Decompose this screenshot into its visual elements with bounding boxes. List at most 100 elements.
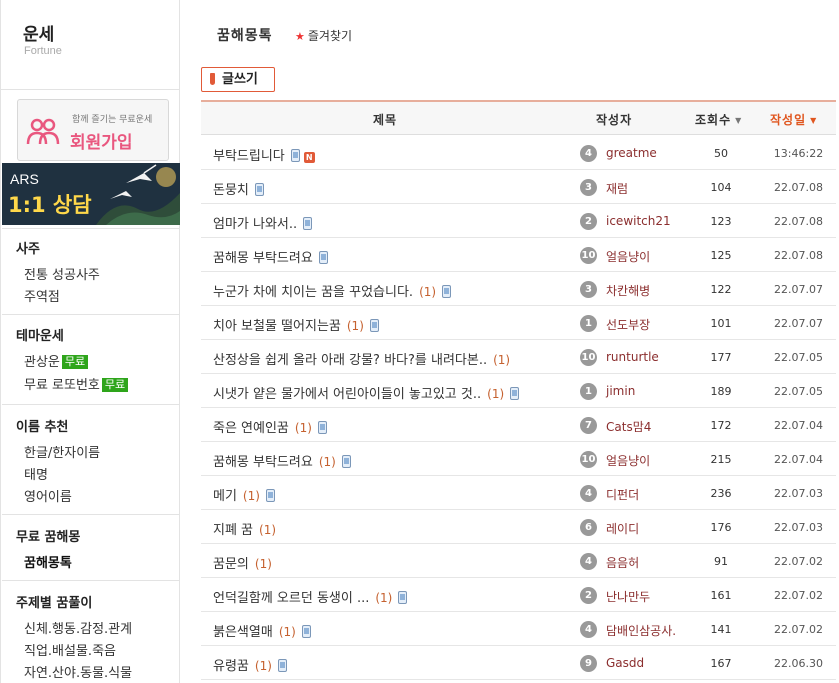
author-name[interactable]: 재럼 [606, 180, 628, 197]
author-name[interactable]: 레이디 [606, 520, 639, 537]
post-date: 22.07.08 [774, 249, 823, 262]
menu-group-names: 이름 추천 [16, 416, 68, 435]
menu-head-dream: 무료 꿈해몽 [16, 530, 81, 545]
post-title-link[interactable]: 돈뭉치 [213, 179, 264, 198]
menu-item-face-reading[interactable]: 관상운 무료 [24, 351, 89, 370]
menu-item-taemyeong[interactable]: 태명 [24, 464, 48, 483]
table-row[interactable]: 죽은 연예인꿈 (1) 7 Cats맘4 172 22.07.04 [201, 408, 836, 442]
view-count: 104 [710, 181, 732, 194]
favorite-link[interactable]: ★ 즐겨찾기 [295, 27, 352, 44]
view-count: 172 [710, 419, 732, 432]
post-title-link[interactable]: 산정상을 쉽게 올라 아래 강물? 바다?를 내려다본.. (1) [213, 349, 510, 368]
table-row[interactable]: 언덕길함께 오르던 동생이 ... (1) 2 난나만두 161 22.07.02 [201, 578, 836, 612]
post-title-link[interactable]: 언덕길함께 오르던 동생이 ... (1) [213, 587, 408, 606]
author-name[interactable]: 얼음냥이 [606, 248, 650, 265]
post-title: 산정상을 쉽게 올라 아래 강물? 바다?를 내려다본.. [213, 353, 488, 368]
table-row[interactable]: 시냇가 얕은 물가에서 어린아이들이 놓고있고 것.. (1) 1 jimin 189 2… [201, 374, 836, 408]
post-date: 22.07.08 [774, 181, 823, 194]
mobile-phone-icon [303, 217, 313, 230]
menu-item-traditional-saju[interactable]: 전통 성공사주 [24, 264, 100, 283]
table-row[interactable]: 부탁드립니다 N 4 greatme 50 13:46:22 [201, 136, 836, 170]
author-name[interactable]: 음음허 [606, 554, 639, 571]
menu-item-job-death[interactable]: 직업.배설물.죽음 [24, 640, 116, 659]
comment-count: (1) [254, 557, 272, 571]
post-title-link[interactable]: 누군가 차에 치이는 꿈을 꾸었습니다. (1) [213, 281, 452, 300]
author-name[interactable]: 담배인삼공사. [606, 622, 676, 639]
post-title: 누군가 차에 치이는 꿈을 꾸었습니다. [213, 285, 414, 300]
post-title-link[interactable]: 꿈문의 (1) [213, 553, 272, 572]
view-count: 177 [710, 351, 732, 364]
view-count: 125 [710, 249, 732, 262]
author-name[interactable]: greatme [606, 146, 657, 160]
free-badge: 무료 [101, 378, 129, 392]
author-name[interactable]: runturtle [606, 350, 659, 364]
menu-item-body-action[interactable]: 신체.행동.감정.관계 [24, 618, 132, 637]
table-row[interactable]: 꿈문의 (1) 4 음음허 91 22.07.02 [201, 544, 836, 578]
post-date: 22.07.02 [774, 555, 823, 568]
post-date: 22.07.05 [774, 351, 823, 364]
menu-item-jujeokjeom[interactable]: 주역점 [24, 286, 60, 305]
column-views-label: 조회수 [695, 113, 732, 127]
user-level-badge: 10 [580, 451, 597, 468]
post-title: 꿈해몽 부탁드려요 [213, 455, 313, 470]
menu-group-dream-topics: 주제별 꿈풀이 [16, 592, 92, 611]
menu-head-dream-topics: 주제별 꿈풀이 [16, 596, 93, 611]
author-name[interactable]: Cats맘4 [606, 418, 651, 435]
mobile-phone-icon [277, 659, 287, 672]
favorite-label: 즐겨찾기 [307, 29, 353, 43]
author-name[interactable]: jimin [606, 384, 635, 398]
menu-head-saju: 사주 [16, 242, 40, 257]
comment-count: (1) [254, 659, 272, 673]
post-title-link[interactable]: 꿈해몽 부탁드려요 (1) [213, 451, 351, 470]
mobile-phone-icon [254, 183, 264, 196]
ars-consult-label: 1:1 상담 [8, 193, 92, 217]
table-row[interactable]: 메기 (1) 4 디펀더 236 22.07.03 [201, 476, 836, 510]
column-date[interactable]: 작성일 ▼ [770, 111, 817, 128]
post-date: 22.07.03 [774, 521, 823, 534]
join-banner[interactable]: 함께 즐기는 무료운세 회원가입 [17, 99, 169, 161]
table-row[interactable]: 치아 보철물 떨어지는꿈 (1) 1 선도부장 101 22.07.07 [201, 306, 836, 340]
view-count: 236 [710, 487, 732, 500]
write-button[interactable]: 글쓰기 [201, 67, 275, 92]
table-row[interactable]: 돈뭉치 3 재럼 104 22.07.08 [201, 170, 836, 204]
post-title-link[interactable]: 꿈해몽 부탁드려요 [213, 247, 328, 266]
menu-item-nature-animal[interactable]: 자연.산야.동물.식물 [24, 662, 132, 681]
author-name[interactable]: 선도부장 [606, 316, 650, 333]
table-row[interactable]: 유령꿈 (1) 9 Gasdd 167 22.06.30 [201, 646, 836, 680]
post-title-link[interactable]: 엄마가 나와서.. [213, 213, 313, 232]
menu-item-lotto[interactable]: 무료 로또번호 무료 [24, 374, 129, 393]
post-title-link[interactable]: 지폐 꿈 (1) [213, 519, 276, 538]
author-name[interactable]: 난나만두 [606, 588, 650, 605]
table-header: 제목 작성자 조회수 ▼ 작성일 ▼ [201, 102, 836, 135]
table-row[interactable]: 지폐 꿈 (1) 6 레이디 176 22.07.03 [201, 510, 836, 544]
author-name[interactable]: Gasdd [606, 656, 644, 670]
ars-consult-banner[interactable]: ARS 1:1 상담 [2, 163, 180, 225]
ars-label: ARS [10, 171, 39, 187]
author-name[interactable]: 차칸해병 [606, 282, 650, 299]
post-title-link[interactable]: 메기 (1) [213, 485, 275, 504]
comment-count: (1) [419, 285, 437, 299]
sidebar-divider [2, 514, 180, 515]
author-name[interactable]: 얼음냥이 [606, 452, 650, 469]
column-views[interactable]: 조회수 ▼ [695, 111, 742, 128]
table-row[interactable]: 붉은색열매 (1) 4 담배인삼공사. 141 22.07.02 [201, 612, 836, 646]
menu-item-dream-talk[interactable]: 꿈해몽톡 [24, 552, 72, 571]
table-row[interactable]: 누군가 차에 치이는 꿈을 꾸었습니다. (1) 3 차칸해병 122 22.07.07 [201, 272, 836, 306]
post-title-link[interactable]: 부탁드립니다 N [213, 145, 315, 164]
post-title-link[interactable]: 유령꿈 (1) [213, 655, 287, 674]
table-row[interactable]: 엄마가 나와서.. 2 icewitch21 123 22.07.08 [201, 204, 836, 238]
table-row[interactable]: 꿈해몽 부탁드려요 10 얼음냥이 125 22.07.08 [201, 238, 836, 272]
table-row[interactable]: 꿈해몽 부탁드려요 (1) 10 얼음냥이 215 22.07.04 [201, 442, 836, 476]
author-name[interactable]: 디펀더 [606, 486, 639, 503]
menu-item-hangul-hanja-name[interactable]: 한글/한자이름 [24, 442, 100, 461]
sidebar-divider [2, 580, 180, 581]
post-title-link[interactable]: 죽은 연예인꿈 (1) [213, 417, 327, 436]
view-count: 101 [710, 317, 732, 330]
post-title-link[interactable]: 붉은색열매 (1) [213, 621, 311, 640]
menu-item-english-name[interactable]: 영어이름 [24, 486, 72, 505]
post-title-link[interactable]: 시냇가 얕은 물가에서 어린아이들이 놓고있고 것.. (1) [213, 383, 520, 402]
table-row[interactable]: 산정상을 쉽게 올라 아래 강물? 바다?를 내려다본.. (1) 10 runtur… [201, 340, 836, 374]
author-name[interactable]: icewitch21 [606, 214, 671, 228]
post-title-link[interactable]: 치아 보철물 떨어지는꿈 (1) [213, 315, 379, 334]
view-count: 176 [710, 521, 732, 534]
